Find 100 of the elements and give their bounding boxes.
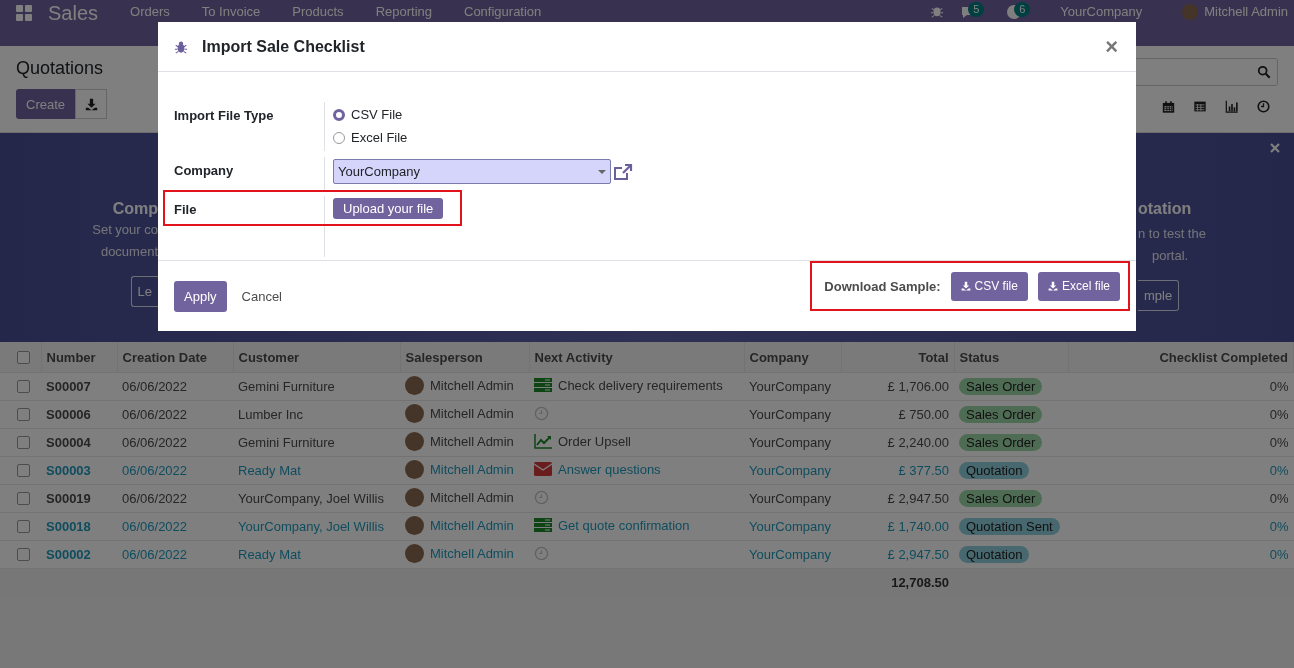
table-cell: S00018 — [41, 512, 117, 541]
company-switcher[interactable]: YourCompany — [1060, 4, 1143, 20]
external-link-icon[interactable] — [613, 162, 633, 181]
menu-item[interactable]: Reporting — [375, 4, 432, 20]
avatar-icon — [405, 459, 424, 479]
banner-heading: Comp — [112, 200, 158, 218]
table-cell: Answer questions — [558, 461, 661, 477]
table-cell: 0% — [1068, 512, 1294, 541]
table-cell: Mitchell Admin — [430, 377, 514, 393]
radio-option[interactable]: CSV File — [333, 107, 408, 122]
table-cell: £ 1,706.00 — [841, 372, 954, 401]
row-checkbox[interactable] — [17, 464, 30, 477]
trend-chart-icon[interactable] — [534, 433, 552, 449]
cancel-button[interactable]: Cancel — [226, 288, 297, 304]
banner-heading: otation — [1138, 200, 1192, 218]
table-cell: Gemini Furniture — [233, 428, 400, 457]
upload-button[interactable]: Upload your file — [333, 198, 444, 219]
column-header[interactable]: Next Activity — [529, 342, 744, 373]
caret-icon — [598, 169, 606, 174]
table-cell: YourCompany — [744, 456, 841, 485]
sample-label: Download Sample: — [824, 278, 941, 294]
table-cell: Mitchell Admin — [430, 545, 514, 561]
table-cell: S00007 — [41, 372, 117, 401]
row-checkbox[interactable] — [17, 520, 30, 533]
column-header[interactable]: Total — [841, 342, 954, 373]
row-checkbox[interactable] — [17, 548, 30, 561]
table-cell: S00006 — [41, 400, 117, 429]
table-cell: Get quote confirmation — [558, 517, 690, 533]
column-header[interactable]: Creation Date — [117, 342, 233, 373]
avatar-icon — [405, 543, 424, 563]
row-checkbox[interactable] — [17, 492, 30, 505]
column-header[interactable]: Salesperson — [400, 342, 529, 373]
notification-badge: 6 — [1014, 2, 1031, 17]
table-cell: Ready Mat — [233, 456, 400, 485]
avatar-icon — [405, 515, 424, 535]
company-select[interactable]: YourCompany — [333, 159, 611, 184]
column-header[interactable]: Company — [744, 342, 841, 373]
table-cell: £ 2,947.50 — [841, 484, 954, 513]
menu-item[interactable]: Products — [292, 4, 344, 20]
table-cell: Mitchell Admin — [430, 489, 514, 505]
task-list-icon[interactable] — [534, 377, 552, 393]
table-cell: 06/06/2022 — [117, 456, 233, 485]
row-checkbox[interactable] — [17, 408, 30, 421]
field-label: File — [174, 201, 198, 219]
table-cell: 0% — [1068, 456, 1294, 485]
user-menu[interactable]: Mitchell Admin — [1204, 4, 1288, 20]
column-header[interactable]: Number — [41, 342, 117, 373]
table-cell: Lumber Inc — [233, 400, 400, 429]
column-header[interactable]: Checklist Completed — [1068, 342, 1294, 373]
calendar-icon[interactable] — [1162, 100, 1175, 114]
banner-button[interactable]: mple — [1138, 280, 1180, 311]
table-cell: 06/06/2022 — [117, 428, 233, 457]
close-button[interactable]: × — [1103, 33, 1120, 60]
apps-icon[interactable] — [16, 5, 32, 21]
column-header[interactable]: Customer — [233, 342, 400, 373]
table-cell: Mitchell Admin — [430, 517, 514, 533]
close-icon[interactable] — [1270, 143, 1280, 153]
avatar-icon — [405, 403, 424, 423]
menu-item[interactable]: Orders — [130, 4, 170, 20]
table-cell: Gemini Furniture — [233, 372, 400, 401]
table-cell: YourCompany — [744, 484, 841, 513]
table-cell: YourCompany, Joel Willis — [233, 512, 400, 541]
radio-option[interactable]: Excel File — [333, 130, 408, 145]
table-cell: 0% — [1068, 372, 1294, 401]
table-cell: 06/06/2022 — [117, 400, 233, 429]
avatar-icon — [405, 375, 424, 395]
table-cell: Order Upsell — [558, 433, 631, 449]
table-cell: 0% — [1068, 428, 1294, 457]
apply-button[interactable]: Apply — [174, 280, 227, 312]
list-view-icon[interactable] — [1193, 100, 1207, 113]
download-icon — [1047, 281, 1058, 291]
envelope-icon[interactable] — [534, 461, 552, 477]
table-cell: YourCompany — [744, 400, 841, 429]
table-cell: 0% — [1068, 484, 1294, 513]
search-icon[interactable] — [1257, 65, 1271, 79]
table-cell: Mitchell Admin — [430, 405, 514, 421]
table-cell: YourCompany — [744, 428, 841, 457]
row-checkbox[interactable] — [17, 380, 30, 393]
row-checkbox[interactable] — [17, 436, 30, 449]
table-cell: Check delivery requirements — [558, 377, 723, 393]
download-button[interactable] — [75, 89, 108, 119]
create-button[interactable]: Create — [16, 89, 76, 119]
status-tag: Sales Order — [959, 434, 1043, 451]
total-sum: 12,708.50 — [841, 568, 954, 596]
status-tag: Sales Order — [959, 406, 1043, 423]
menu-item[interactable]: Configuration — [464, 4, 542, 20]
app-name[interactable]: Sales — [48, 4, 99, 22]
table-cell: YourCompany — [744, 512, 841, 541]
download-sample-button[interactable]: Excel file — [1037, 271, 1120, 301]
task-list-icon[interactable] — [534, 517, 552, 533]
menu-item[interactable]: To Invoice — [201, 4, 261, 20]
table-cell: 06/06/2022 — [117, 512, 233, 541]
field-label: Import File Type — [174, 107, 275, 125]
table-cell: £ 2,240.00 — [841, 428, 954, 457]
bar-chart-icon[interactable] — [1225, 100, 1239, 113]
column-header[interactable]: Status — [954, 342, 1068, 373]
table-cell: £ 377.50 — [841, 456, 954, 485]
table-cell: 06/06/2022 — [117, 372, 233, 401]
select-all-checkbox[interactable] — [17, 350, 30, 364]
download-sample-button[interactable]: CSV file — [950, 271, 1028, 301]
